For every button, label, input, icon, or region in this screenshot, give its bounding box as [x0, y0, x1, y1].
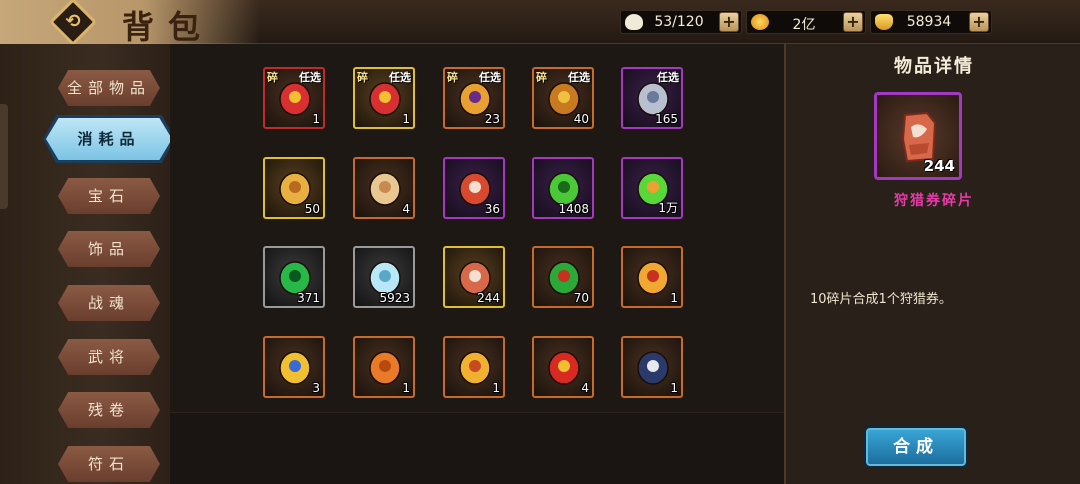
inventory-item-slot[interactable]: 36 — [443, 157, 505, 219]
inventory-item-slot[interactable]: 碎 任选 23 — [443, 67, 505, 129]
detail-item-slot: 244 — [874, 92, 962, 180]
medal-icon — [279, 351, 311, 385]
mooncake-icon — [369, 351, 401, 385]
gold-value: 2亿 — [792, 17, 816, 33]
gold-counter: 2亿 + — [746, 10, 866, 34]
item-count: 3 — [312, 381, 320, 395]
fragment-tag: 碎 — [357, 71, 368, 84]
item-count: 4 — [402, 202, 410, 216]
top-bar: ⟲ 背包 53/120 + 2亿 + 58934 + — [0, 0, 1080, 47]
scroll-icon — [369, 172, 401, 206]
sidebar-edge-handle — [0, 104, 8, 209]
item-count: 4 — [581, 381, 589, 395]
bun-icon — [625, 14, 643, 30]
detail-item-name: 狩猎券碎片 — [894, 193, 974, 209]
item-count: 165 — [655, 112, 678, 126]
page-title: 背包 — [122, 8, 215, 46]
inventory-item-slot[interactable]: 4 — [532, 336, 594, 398]
star-coin-icon — [459, 351, 491, 385]
inventory-item-slot[interactable]: 3 — [263, 336, 325, 398]
inventory-item-slot[interactable]: 碎 任选 1 — [353, 67, 415, 129]
inventory-item-slot[interactable]: 任选 165 — [621, 67, 683, 129]
selectable-tag: 任选 — [479, 71, 501, 84]
selectable-tag: 任选 — [568, 71, 590, 84]
inventory-item-slot[interactable]: 70 — [532, 246, 594, 308]
red-crown-chest-icon — [279, 82, 311, 116]
add-gold-button[interactable]: + — [843, 12, 863, 32]
add-ingot-button[interactable]: + — [969, 12, 989, 32]
inventory-item-slot[interactable]: 1 — [353, 336, 415, 398]
detail-item-count: 244 — [923, 157, 955, 175]
selectable-tag: 任选 — [299, 71, 321, 84]
fragment-tag: 碎 — [536, 71, 547, 84]
tab-all-items[interactable]: 全部物品 — [58, 70, 160, 106]
selectable-tag: 任选 — [657, 71, 679, 84]
item-count: 1 — [402, 112, 410, 126]
tab-war-souls[interactable]: 战魂 — [58, 285, 160, 321]
inventory-item-slot[interactable]: 5923 — [353, 246, 415, 308]
magpie-icon — [637, 351, 669, 385]
item-count: 70 — [573, 291, 589, 305]
fragment-tag: 碎 — [267, 71, 278, 84]
inventory-item-slot[interactable]: 1 — [621, 246, 683, 308]
item-count: 1万 — [658, 201, 678, 215]
detail-title: 物品详情 — [894, 56, 974, 77]
tab-runestones[interactable]: 符石 — [58, 446, 160, 482]
gold-ingot-icon — [875, 14, 893, 30]
ingot-value: 58934 — [906, 14, 952, 30]
inventory-item-slot[interactable]: 50 — [263, 157, 325, 219]
item-count: 1408 — [558, 202, 589, 216]
gold-crown-chest-icon — [369, 82, 401, 116]
add-bag-capacity-button[interactable]: + — [719, 12, 739, 32]
item-count: 1 — [402, 381, 410, 395]
inventory-item-slot[interactable]: 4 — [353, 157, 415, 219]
item-grid-footer — [170, 412, 784, 484]
inventory-item-slot[interactable]: 碎 任选 1 — [263, 67, 325, 129]
bag-capacity-value: 53/120 — [654, 14, 704, 30]
gold-coin-icon — [751, 14, 769, 30]
inventory-item-slot[interactable]: 371 — [263, 246, 325, 308]
item-count: 1 — [670, 291, 678, 305]
bell-icon — [637, 261, 669, 295]
tab-gems[interactable]: 宝石 — [58, 178, 160, 214]
tab-accessories[interactable]: 饰品 — [58, 231, 160, 267]
item-count: 5923 — [379, 291, 410, 305]
inventory-item-slot[interactable]: 1 — [621, 336, 683, 398]
item-count: 40 — [573, 112, 589, 126]
inventory-item-slot[interactable]: 碎 任选 40 — [532, 67, 594, 129]
item-count: 1 — [312, 112, 320, 126]
item-count: 23 — [484, 112, 500, 126]
back-arrow-icon: ⟲ — [65, 11, 81, 32]
item-count: 1 — [492, 381, 500, 395]
tab-fragments[interactable]: 残卷 — [58, 392, 160, 428]
item-count: 1 — [670, 381, 678, 395]
detail-item-description: 10碎片合成1个狩猎券。 — [810, 292, 952, 307]
bag-capacity-counter: 53/120 + — [620, 10, 742, 34]
firecracker-icon — [548, 351, 580, 385]
inventory-item-slot[interactable]: 244 — [443, 246, 505, 308]
selectable-tag: 任选 — [389, 71, 411, 84]
item-detail-panel: 物品详情 244 狩猎券碎片 10碎片合成1个狩猎券。 合成 — [784, 44, 1080, 484]
ingot-counter: 58934 + — [870, 10, 992, 34]
compose-button[interactable]: 合成 — [864, 426, 968, 468]
tab-generals[interactable]: 武将 — [58, 339, 160, 375]
inventory-item-slot[interactable]: 1 — [443, 336, 505, 398]
tab-consumables[interactable]: 消耗品 — [46, 118, 172, 160]
fragment-tag: 碎 — [447, 71, 458, 84]
item-count: 244 — [477, 291, 500, 305]
item-count: 371 — [297, 291, 320, 305]
item-count: 50 — [304, 202, 320, 216]
inventory-item-slot[interactable]: 1408 — [532, 157, 594, 219]
inventory-item-slot[interactable]: 1万 — [621, 157, 683, 219]
item-count: 36 — [484, 202, 500, 216]
